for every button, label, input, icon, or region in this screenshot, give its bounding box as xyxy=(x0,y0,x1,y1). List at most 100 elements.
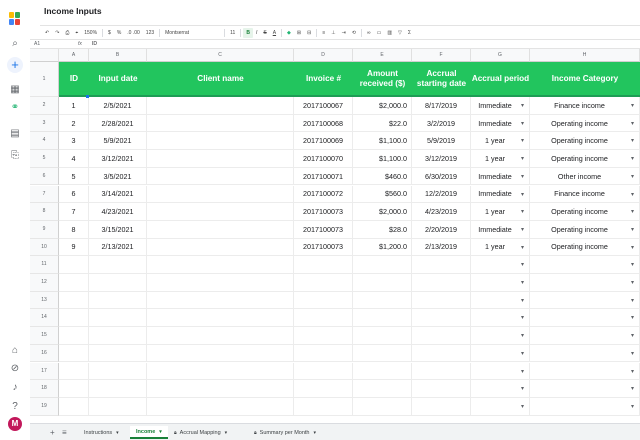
cell-reference[interactable]: A1 xyxy=(34,41,40,47)
empty-cell[interactable] xyxy=(89,274,147,292)
empty-cell[interactable] xyxy=(412,291,471,310)
table-cell-amount[interactable]: $2,000.0 xyxy=(353,97,412,115)
empty-cell[interactable] xyxy=(59,274,89,292)
merge-icon[interactable]: ⊟ xyxy=(304,28,314,38)
table-cell-client[interactable] xyxy=(147,150,294,168)
column-header-g[interactable]: G xyxy=(471,49,530,62)
empty-cell[interactable] xyxy=(89,397,147,416)
empty-cell[interactable] xyxy=(353,309,412,328)
row-header[interactable]: 15 xyxy=(30,327,59,345)
chevron-down-icon[interactable]: ▾ xyxy=(521,368,524,375)
chevron-down-icon[interactable]: ▾ xyxy=(631,261,634,268)
row-header[interactable]: 11 xyxy=(30,256,59,274)
empty-cell[interactable] xyxy=(530,291,640,310)
chevron-down-icon[interactable]: ▾ xyxy=(631,314,634,321)
chevron-down-icon[interactable]: ▾ xyxy=(631,244,634,251)
chevron-down-icon[interactable]: ▾ xyxy=(631,385,634,392)
chevron-down-icon[interactable]: ▾ xyxy=(521,314,524,321)
table-cell-category[interactable]: Operating income xyxy=(530,150,640,168)
table-cell-start[interactable]: 5/9/2019 xyxy=(412,132,471,151)
table-cell-category[interactable]: Operating income xyxy=(530,203,640,221)
font-select[interactable]: Montserrat xyxy=(162,28,222,38)
empty-cell[interactable] xyxy=(353,327,412,345)
percent-button[interactable]: % xyxy=(114,28,124,38)
table-cell-id[interactable]: 8 xyxy=(59,220,89,239)
chevron-down-icon[interactable]: ▾ xyxy=(631,403,634,410)
table-cell-id[interactable]: 7 xyxy=(59,203,89,221)
empty-cell[interactable] xyxy=(412,327,471,345)
new-item-button[interactable]: + xyxy=(7,57,23,73)
table-cell-amount[interactable]: $2,000.0 xyxy=(353,203,412,221)
chevron-down-icon[interactable]: ▾ xyxy=(521,350,524,357)
text-color-button[interactable]: A xyxy=(270,28,279,38)
empty-cell[interactable] xyxy=(412,397,471,416)
chevron-down-icon[interactable]: ▾ xyxy=(159,429,162,435)
column-header-d[interactable]: D xyxy=(294,49,353,62)
empty-cell[interactable] xyxy=(59,344,89,363)
table-cell-date[interactable]: 3/12/2021 xyxy=(89,150,147,168)
chevron-down-icon[interactable]: ▾ xyxy=(521,208,524,215)
all-sheets-icon[interactable]: ≡ xyxy=(62,428,67,437)
chart-icon[interactable]: ▥ xyxy=(384,28,395,38)
chevron-down-icon[interactable]: ▾ xyxy=(521,297,524,304)
table-cell-id[interactable]: 9 xyxy=(59,238,89,257)
empty-cell[interactable] xyxy=(530,397,640,416)
table-cell-date[interactable]: 3/14/2021 xyxy=(89,185,147,204)
chevron-down-icon[interactable]: ▾ xyxy=(521,173,524,180)
empty-cell[interactable] xyxy=(530,274,640,292)
empty-cell[interactable] xyxy=(530,327,640,345)
table-cell-client[interactable] xyxy=(147,238,294,257)
empty-cell[interactable] xyxy=(412,344,471,363)
search-icon[interactable]: ⌕ xyxy=(8,36,22,50)
empty-cell[interactable] xyxy=(294,274,353,292)
chevron-down-icon[interactable]: ▾ xyxy=(521,279,524,286)
table-cell-amount[interactable]: $560.0 xyxy=(353,185,412,204)
row-header[interactable]: 5 xyxy=(30,150,59,168)
header-cell-accrual-period[interactable]: Accrual period xyxy=(471,62,530,97)
empty-cell[interactable] xyxy=(89,291,147,310)
table-cell-invoice[interactable]: 2017100073 xyxy=(294,203,353,221)
row-header[interactable]: 6 xyxy=(30,167,59,186)
table-cell-start[interactable]: 2/13/2019 xyxy=(412,238,471,257)
row-header[interactable]: 18 xyxy=(30,380,59,398)
empty-cell[interactable] xyxy=(353,291,412,310)
table-cell-category[interactable]: Other income xyxy=(530,167,640,186)
table-cell-client[interactable] xyxy=(147,97,294,115)
header-cell-amount[interactable]: Amount received ($) xyxy=(353,62,412,97)
font-size-select[interactable]: 11 xyxy=(227,28,238,38)
table-cell-id[interactable]: 5 xyxy=(59,167,89,186)
empty-cell[interactable] xyxy=(412,362,471,381)
compass-icon[interactable]: ⊘ xyxy=(8,361,22,375)
row-header[interactable]: 1 xyxy=(30,62,59,97)
empty-cell[interactable] xyxy=(412,309,471,328)
table-cell-invoice[interactable]: 2017100072 xyxy=(294,185,353,204)
chevron-down-icon[interactable]: ▾ xyxy=(521,191,524,198)
strikethrough-button[interactable]: S xyxy=(260,28,269,38)
chevron-down-icon[interactable]: ▾ xyxy=(631,102,634,109)
table-cell-amount[interactable]: $460.0 xyxy=(353,167,412,186)
row-header[interactable]: 7 xyxy=(30,185,59,204)
italic-button[interactable]: I xyxy=(253,28,260,38)
row-header[interactable]: 2 xyxy=(30,97,59,115)
chevron-down-icon[interactable]: ▾ xyxy=(631,350,634,357)
connections-icon[interactable]: ⚭ xyxy=(8,100,22,114)
add-sheet-icon[interactable]: + xyxy=(50,428,55,437)
empty-cell[interactable] xyxy=(412,256,471,274)
empty-cell[interactable] xyxy=(353,274,412,292)
table-cell-amount[interactable]: $1,100.0 xyxy=(353,132,412,151)
empty-cell[interactable] xyxy=(59,362,89,381)
sheet-tab-income[interactable]: Income ▾ xyxy=(130,426,168,439)
empty-cell[interactable] xyxy=(294,327,353,345)
app-logo[interactable] xyxy=(9,12,21,26)
row-header[interactable]: 10 xyxy=(30,238,59,257)
empty-cell[interactable] xyxy=(59,327,89,345)
empty-cell[interactable] xyxy=(89,344,147,363)
chevron-down-icon[interactable]: ▾ xyxy=(521,385,524,392)
empty-cell[interactable] xyxy=(89,309,147,328)
redo-icon[interactable]: ↷ xyxy=(52,28,62,38)
sheet-tab-accrual-mapping[interactable]: 🔒︎ Accrual Mapping ▾ xyxy=(168,426,233,439)
table-cell-client[interactable] xyxy=(147,114,294,133)
decimals-button[interactable]: .0 .00 xyxy=(124,28,143,38)
chevron-down-icon[interactable]: ▾ xyxy=(631,155,634,162)
header-cell-id[interactable]: ID xyxy=(59,62,89,97)
